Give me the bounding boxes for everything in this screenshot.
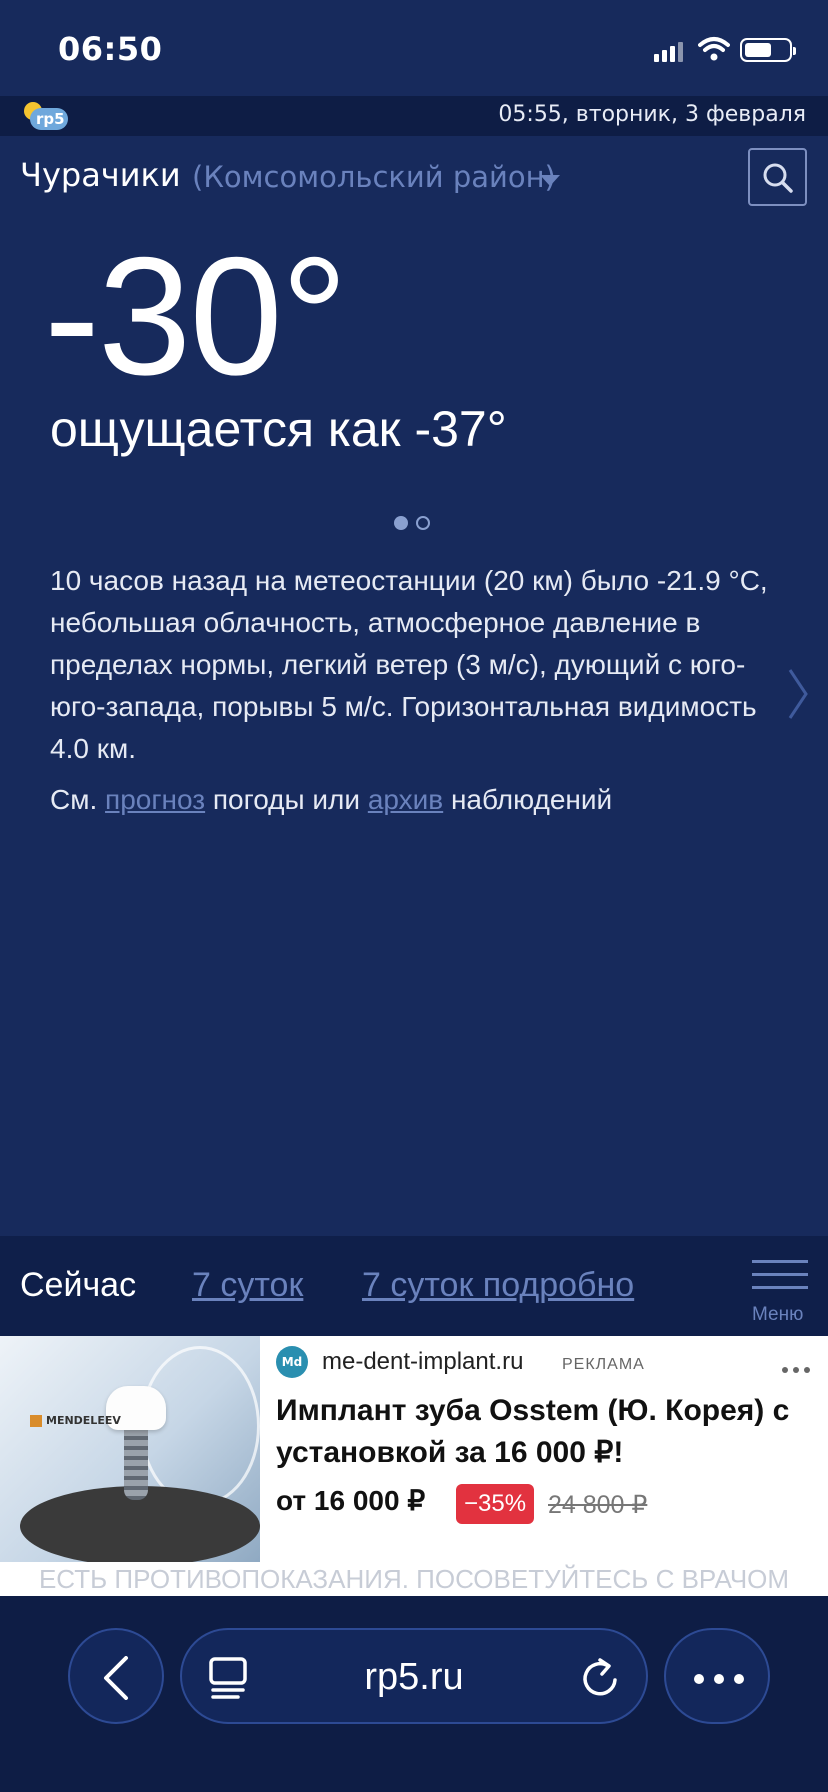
current-temperature: -30° [44,222,348,410]
tab-7-days[interactable]: 7 суток [192,1266,303,1305]
page-indicator[interactable] [394,515,438,534]
menu-label[interactable]: Меню [752,1304,803,1326]
district-name[interactable]: (Комсомольский район) [192,160,556,194]
tab-now[interactable]: Сейчас [20,1266,136,1305]
city-name[interactable]: Чурачики [20,156,181,194]
observation-datetime: 05:55, вторник, 3 февраля [498,102,806,127]
tab-7-days-detailed[interactable]: 7 суток подробно [362,1266,634,1305]
back-button[interactable] [68,1628,164,1724]
ad-banner[interactable]: MENDELEEV Md me-dent-implant.ru РЕКЛАМА … [0,1336,828,1596]
logo-text: rp5 [36,110,65,128]
more-menu-button[interactable] [664,1628,770,1724]
status-bar: 06:50 [0,0,828,96]
see-also-line: См. прогноз погоды или архив наблюдений [50,784,613,815]
ad-image-brand: MENDELEEV [30,1414,121,1427]
address-bar[interactable]: rp5.ru [180,1628,648,1724]
status-time: 06:50 [58,30,163,68]
chevron-left-icon [104,1656,128,1700]
ad-disclaimer: ЕСТЬ ПРОТИВОПОКАЗАНИЯ. ПОСОВЕТУЙТЕСЬ С В… [0,1562,828,1596]
forecast-link[interactable]: прогноз [105,784,205,815]
ad-label: РЕКЛАМА [562,1356,645,1373]
forecast-nav: Сейчас 7 суток 7 суток подробно Меню [0,1236,828,1336]
chevron-down-icon[interactable] [540,175,560,186]
ad-price: от 16 000 ₽ [276,1485,426,1516]
wifi-icon [698,37,730,61]
page-dot-active[interactable] [394,516,408,530]
feels-like: ощущается как -37° [50,401,507,457]
ad-domain[interactable]: me-dent-implant.ru [322,1348,523,1376]
archive-link[interactable]: архив [368,784,443,815]
battery-icon [740,38,796,62]
weather-description: 10 часов назад на метеостанции (20 км) б… [50,565,768,764]
page-dot[interactable] [416,516,430,530]
advertiser-icon: Md [276,1346,308,1378]
ad-image[interactable]: MENDELEEV [0,1336,260,1564]
search-icon [763,163,793,193]
site-header-strip: rp5 05:55, вторник, 3 февраля [0,96,828,136]
rp5-logo[interactable]: rp5 [22,100,70,132]
ad-title[interactable]: Имплант зуба Osstem (Ю. Корея) с установ… [276,1390,816,1474]
menu-icon[interactable] [752,1260,808,1299]
signal-icon [654,40,686,62]
chevron-right-icon[interactable] [786,668,810,720]
more-options-icon[interactable] [782,1358,815,1377]
browser-toolbar: rp5.ru [0,1596,828,1792]
ad-old-price: 24 800 ₽ [548,1491,648,1519]
reload-icon[interactable] [578,1654,622,1702]
search-button[interactable] [748,148,807,206]
discount-badge: −35% [456,1484,535,1524]
url-text[interactable]: rp5.ru [182,1656,646,1699]
